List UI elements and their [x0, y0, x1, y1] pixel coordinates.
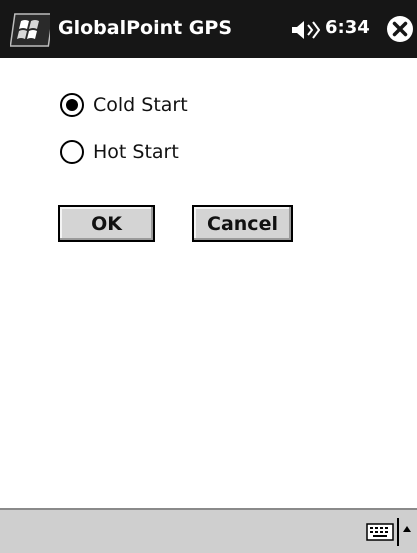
windows-flag-icon[interactable]: [10, 13, 50, 47]
title-bar: GlobalPoint GPS 6:34: [0, 0, 417, 58]
cold-start-radio[interactable]: [60, 93, 84, 117]
sip-divider: [397, 518, 399, 546]
up-arrow-icon[interactable]: [402, 524, 412, 534]
screen: GlobalPoint GPS 6:34 Cold Start Hot Star…: [0, 0, 417, 553]
close-icon[interactable]: [385, 14, 415, 44]
clock[interactable]: 6:34: [325, 17, 370, 39]
speaker-icon[interactable]: [290, 19, 320, 41]
keyboard-icon[interactable]: [366, 523, 394, 541]
menu-bar: [0, 508, 417, 553]
hot-start-option[interactable]: Hot Start: [60, 136, 179, 168]
ok-button[interactable]: OK: [58, 205, 155, 242]
cold-start-label: Cold Start: [93, 94, 188, 116]
cancel-button[interactable]: Cancel: [192, 205, 293, 242]
hot-start-radio[interactable]: [60, 140, 84, 164]
cold-start-option[interactable]: Cold Start: [60, 89, 188, 121]
app-title: GlobalPoint GPS: [58, 17, 233, 39]
hot-start-label: Hot Start: [93, 141, 179, 163]
